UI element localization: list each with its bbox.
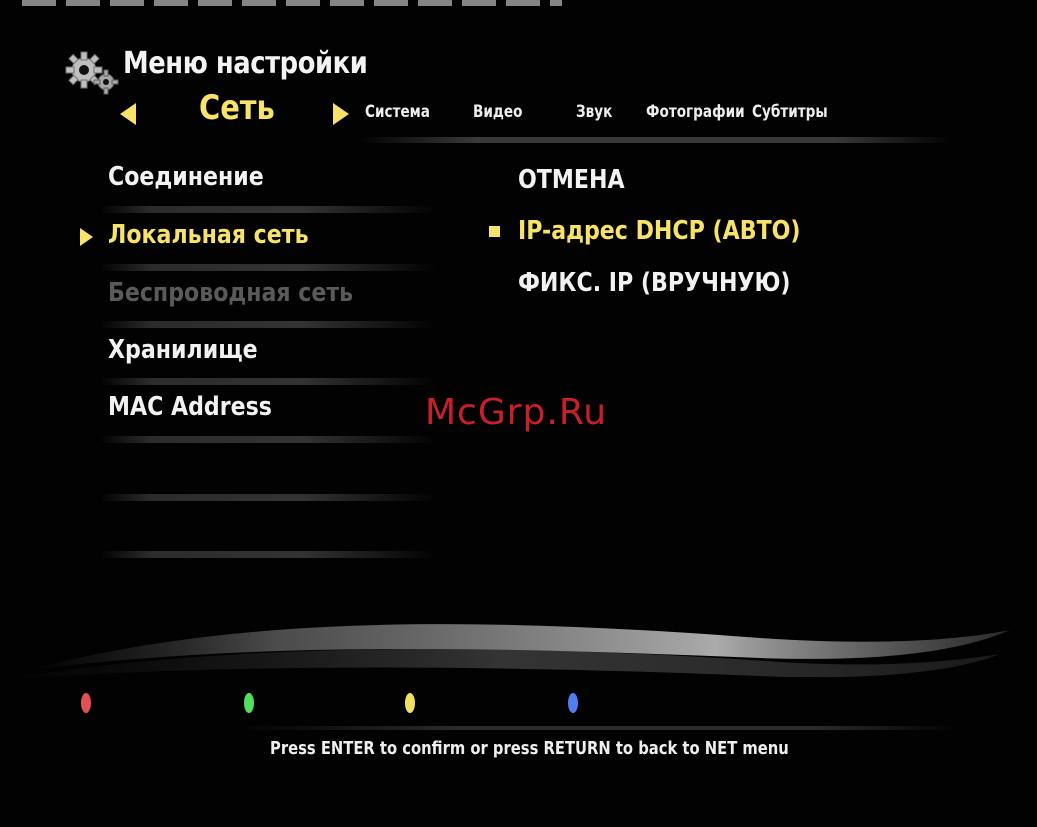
menu-divider bbox=[100, 378, 436, 385]
tab-system[interactable]: Система bbox=[365, 102, 430, 122]
menu-item-wireless: Беспроводная сеть bbox=[108, 278, 354, 308]
menu-item-lan[interactable]: Локальная сеть bbox=[108, 220, 309, 250]
menu-divider bbox=[100, 436, 436, 443]
option-selected-marker-icon bbox=[489, 226, 500, 237]
footer-hint: Press ENTER to confirm or press RETURN t… bbox=[270, 738, 789, 759]
gears-icon bbox=[65, 51, 119, 95]
top-dash-decoration bbox=[22, 0, 562, 6]
tab-next-arrow-icon[interactable] bbox=[333, 103, 349, 125]
option-cancel[interactable]: ОТМЕНА bbox=[518, 165, 625, 195]
tab-separator bbox=[360, 137, 950, 143]
option-static-ip[interactable]: ФИКС. IP (ВРУЧНУЮ) bbox=[518, 268, 791, 298]
menu-divider bbox=[100, 206, 436, 213]
menu-item-connection[interactable]: Соединение bbox=[108, 162, 264, 192]
tab-video[interactable]: Видео bbox=[473, 102, 522, 122]
settings-screen: Меню настройки Сеть Система Видео Звук Ф… bbox=[0, 0, 1037, 827]
tab-subtitles[interactable]: Субтитры bbox=[752, 102, 828, 122]
watermark: McGrp.Ru bbox=[425, 392, 608, 433]
tab-photos[interactable]: Фотографии bbox=[646, 102, 745, 122]
blue-key-icon[interactable] bbox=[568, 693, 578, 713]
tab-audio[interactable]: Звук bbox=[576, 102, 612, 122]
menu-divider bbox=[100, 551, 436, 558]
menu-divider bbox=[100, 264, 436, 271]
menu-item-storage[interactable]: Хранилище bbox=[108, 335, 258, 365]
tab-prev-arrow-icon[interactable] bbox=[120, 103, 136, 125]
green-key-icon[interactable] bbox=[244, 693, 254, 713]
tab-active-network[interactable]: Сеть bbox=[199, 88, 275, 128]
red-key-icon[interactable] bbox=[81, 693, 91, 713]
menu-title: Меню настройки bbox=[123, 46, 368, 81]
menu-item-mac-address[interactable]: MAC Address bbox=[108, 392, 272, 422]
menu-divider bbox=[100, 321, 436, 328]
menu-divider bbox=[100, 494, 436, 501]
decorative-swoosh bbox=[0, 624, 1010, 680]
yellow-key-icon[interactable] bbox=[405, 693, 415, 713]
selection-arrow-icon bbox=[80, 228, 93, 246]
option-dhcp-auto[interactable]: IP-адрес DHCP (АВТО) bbox=[518, 216, 801, 246]
footer-separator bbox=[240, 726, 960, 730]
